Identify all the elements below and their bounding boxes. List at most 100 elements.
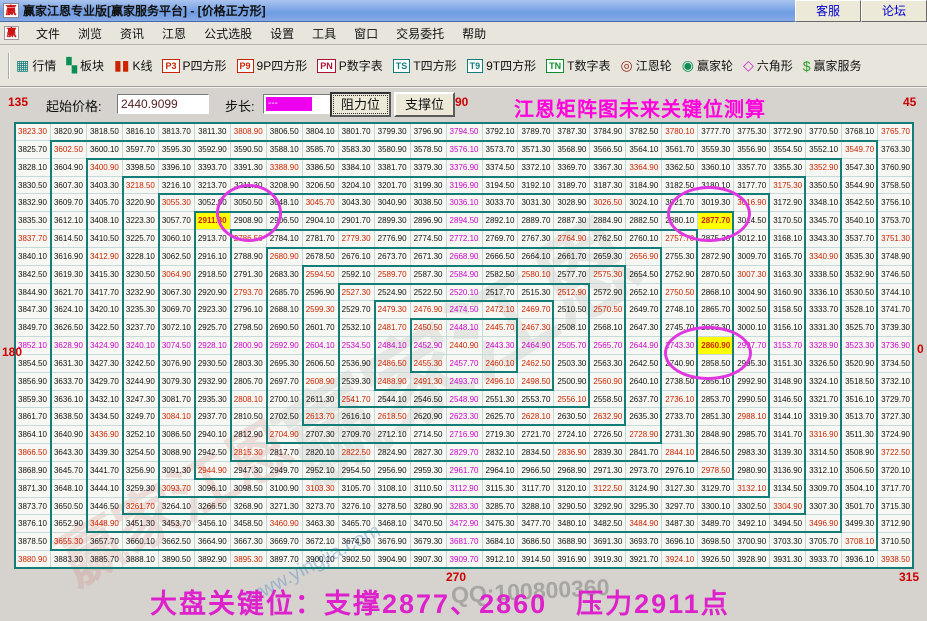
grid-cell-r7-c5: 3060.10 (158, 230, 195, 248)
grid-cell-r13-c5: 3074.50 (158, 337, 195, 355)
grid-cell-r9-c9: 2594.50 (302, 265, 339, 284)
toolbar-item-winner-wheel[interactable]: ◉ 赢家轮 (682, 57, 733, 74)
grid-cell-r15-c19: 2738.50 (662, 372, 699, 391)
toolbar-item-winner-service[interactable]: $ 赢家服务 (803, 57, 862, 74)
grid-cell-r2-c12: 3578.50 (410, 140, 447, 159)
grid-cell-r14-c15: 2462.50 (518, 354, 555, 373)
customer-service-button[interactable]: 客服 (795, 0, 861, 22)
grid-cell-r9-c8: 2683.30 (266, 265, 303, 284)
menu-item-1[interactable]: 浏览 (69, 22, 111, 45)
support-button[interactable]: 支撑位 (394, 92, 455, 117)
grid-cell-r4-c19: 3182.50 (662, 176, 699, 195)
grid-cell-r7-c20: 2875.30 (698, 230, 735, 248)
grid-cell-r4-c4: 3218.50 (122, 176, 159, 195)
toolbar-item-sectors[interactable]: ▚ 板块 (66, 57, 104, 74)
menu-item-0[interactable]: 文件 (27, 22, 69, 45)
grid-cell-r12-c1: 3849.70 (15, 319, 51, 338)
grid-cell-r10-c12: 2522.50 (410, 283, 447, 302)
grid-cell-r8-c5: 3062.50 (158, 247, 195, 266)
menu-item-8[interactable]: 交易委托 (387, 22, 453, 45)
grid-cell-r6-c24: 3540.10 (842, 212, 879, 231)
grid-cell-r12-c17: 2568.10 (590, 319, 627, 338)
grid-cell-r7-c17: 2762.50 (590, 230, 627, 248)
grid-cell-r3-c15: 3372.10 (518, 158, 555, 177)
toolbar-item-9t-square[interactable]: T9 9T四方形 (466, 57, 536, 74)
menu-item-4[interactable]: 公式选股 (195, 22, 261, 45)
grid-cell-r8-c11: 2673.70 (374, 247, 411, 266)
grid-cell-r20-c18: 2973.70 (626, 461, 663, 480)
grid-cell-r23-c17: 3482.50 (590, 515, 627, 534)
toolbar-item-p-square[interactable]: P3 P四方形 (162, 57, 227, 74)
grid-cell-r1-c18: 3782.50 (626, 123, 663, 141)
9t-square-icon: T9 (466, 58, 484, 73)
grid-cell-r3-c22: 3355.30 (770, 158, 807, 177)
grid-cell-r2-c15: 3571.30 (518, 140, 555, 159)
grid-cell-r12-c3: 3422.50 (86, 319, 123, 338)
menu-item-3[interactable]: 江恩 (153, 22, 195, 45)
menu-item-9[interactable]: 帮助 (453, 22, 495, 45)
grid-cell-r22-c16: 3290.50 (554, 497, 591, 516)
grid-cell-r24-c12: 3679.30 (410, 533, 447, 552)
grid-cell-r23-c14: 3475.30 (482, 515, 519, 534)
grid-cell-r9-c24: 3532.90 (842, 265, 879, 284)
grid-cell-r8-c25: 3748.90 (878, 247, 915, 266)
grid-cell-r25-c9: 3900.10 (302, 551, 339, 569)
grid-cell-r17-c9: 2613.70 (302, 408, 339, 427)
grid-cell-r19-c7: 2815.30 (230, 444, 267, 462)
grid-cell-r2-c8: 3588.10 (266, 140, 303, 159)
start-price-input[interactable] (117, 94, 209, 114)
toolbar-item-hexagon[interactable]: ◇ 六角形 (743, 57, 793, 74)
grid-cell-r11-c16: 2510.50 (554, 301, 591, 320)
grid-cell-r7-c2: 3614.50 (50, 230, 87, 248)
grid-cell-r3-c3: 3400.90 (86, 158, 123, 177)
grid-cell-r5-c14: 3033.70 (482, 194, 519, 213)
grid-cell-r7-c23: 3343.30 (806, 230, 843, 248)
menu-item-7[interactable]: 窗口 (345, 22, 387, 45)
grid-cell-r11-c4: 3235.30 (122, 301, 159, 320)
grid-cell-r16-c20: 2853.70 (698, 390, 735, 409)
toolbar-item-market[interactable]: ▦ 行情 (16, 57, 56, 74)
menu-item-2[interactable]: 资讯 (111, 22, 153, 45)
toolbar-item-gann-wheel[interactable]: ◎ 江恩轮 (620, 57, 671, 74)
grid-cell-r19-c20: 2846.50 (698, 444, 735, 462)
menu-item-5[interactable]: 设置 (261, 22, 303, 45)
toolbar-item-kline[interactable]: ▮▮ K线 (114, 57, 152, 74)
grid-cell-r12-c2: 3626.50 (50, 319, 87, 338)
grid-cell-r8-c22: 3165.70 (770, 247, 807, 266)
toolbar-item-t-table[interactable]: TN T数字表 (546, 57, 610, 74)
grid-cell-r12-c7: 2798.50 (230, 319, 267, 338)
toolbar-item-p-table[interactable]: PN P数字表 (317, 57, 383, 74)
grid-cell-r18-c13: 2716.90 (446, 426, 483, 445)
grid-cell-r10-c2: 3621.70 (50, 283, 87, 302)
resistance-button[interactable]: 阻力位 (330, 92, 391, 117)
grid-cell-r19-c15: 2834.50 (518, 444, 555, 462)
grid-cell-r25-c24: 3936.10 (842, 551, 879, 569)
grid-cell-r5-c5: 3055.30 (158, 194, 195, 213)
grid-cell-r8-c6: 2916.10 (194, 247, 231, 266)
grid-cell-r17-c1: 3861.70 (15, 408, 51, 427)
grid-cell-r3-c12: 3379.30 (410, 158, 447, 177)
grid-cell-r6-c7: 2908.90 (230, 212, 267, 231)
grid-cell-r22-c1: 3873.70 (15, 497, 51, 516)
grid-cell-r15-c21: 2992.90 (734, 372, 771, 391)
grid-cell-r11-c22: 3158.50 (770, 301, 807, 320)
menu-item-6[interactable]: 工具 (303, 22, 345, 45)
grid-cell-r12-c18: 2647.30 (626, 319, 663, 338)
grid-cell-r8-c8: 2680.90 (266, 247, 303, 266)
grid-cell-r16-c18: 2637.70 (626, 390, 663, 409)
grid-cell-r12-c12: 2450.50 (410, 319, 447, 338)
grid-cell-r16-c22: 3146.50 (770, 390, 807, 409)
grid-cell-r9-c18: 2654.50 (626, 265, 663, 284)
grid-cell-r10-c4: 3232.90 (122, 283, 159, 302)
toolbar-item-t-square[interactable]: TS T四方形 (392, 57, 457, 74)
toolbar-item-9p-square[interactable]: P9 9P四方形 (236, 57, 307, 74)
grid-cell-r25-c11: 3904.90 (374, 551, 411, 569)
grid-cell-r4-c22: 3175.30 (770, 176, 807, 195)
grid-cell-r16-c19: 2736.10 (662, 390, 699, 409)
grid-cell-r25-c16: 3916.90 (554, 551, 591, 569)
forum-button[interactable]: 论坛 (861, 0, 927, 22)
grid-cell-r20-c23: 3312.10 (806, 461, 843, 480)
grid-cell-r22-c25: 3715.30 (878, 497, 915, 516)
grid-cell-r1-c4: 3816.10 (122, 123, 159, 141)
grid-cell-r10-c17: 2572.90 (590, 283, 627, 302)
